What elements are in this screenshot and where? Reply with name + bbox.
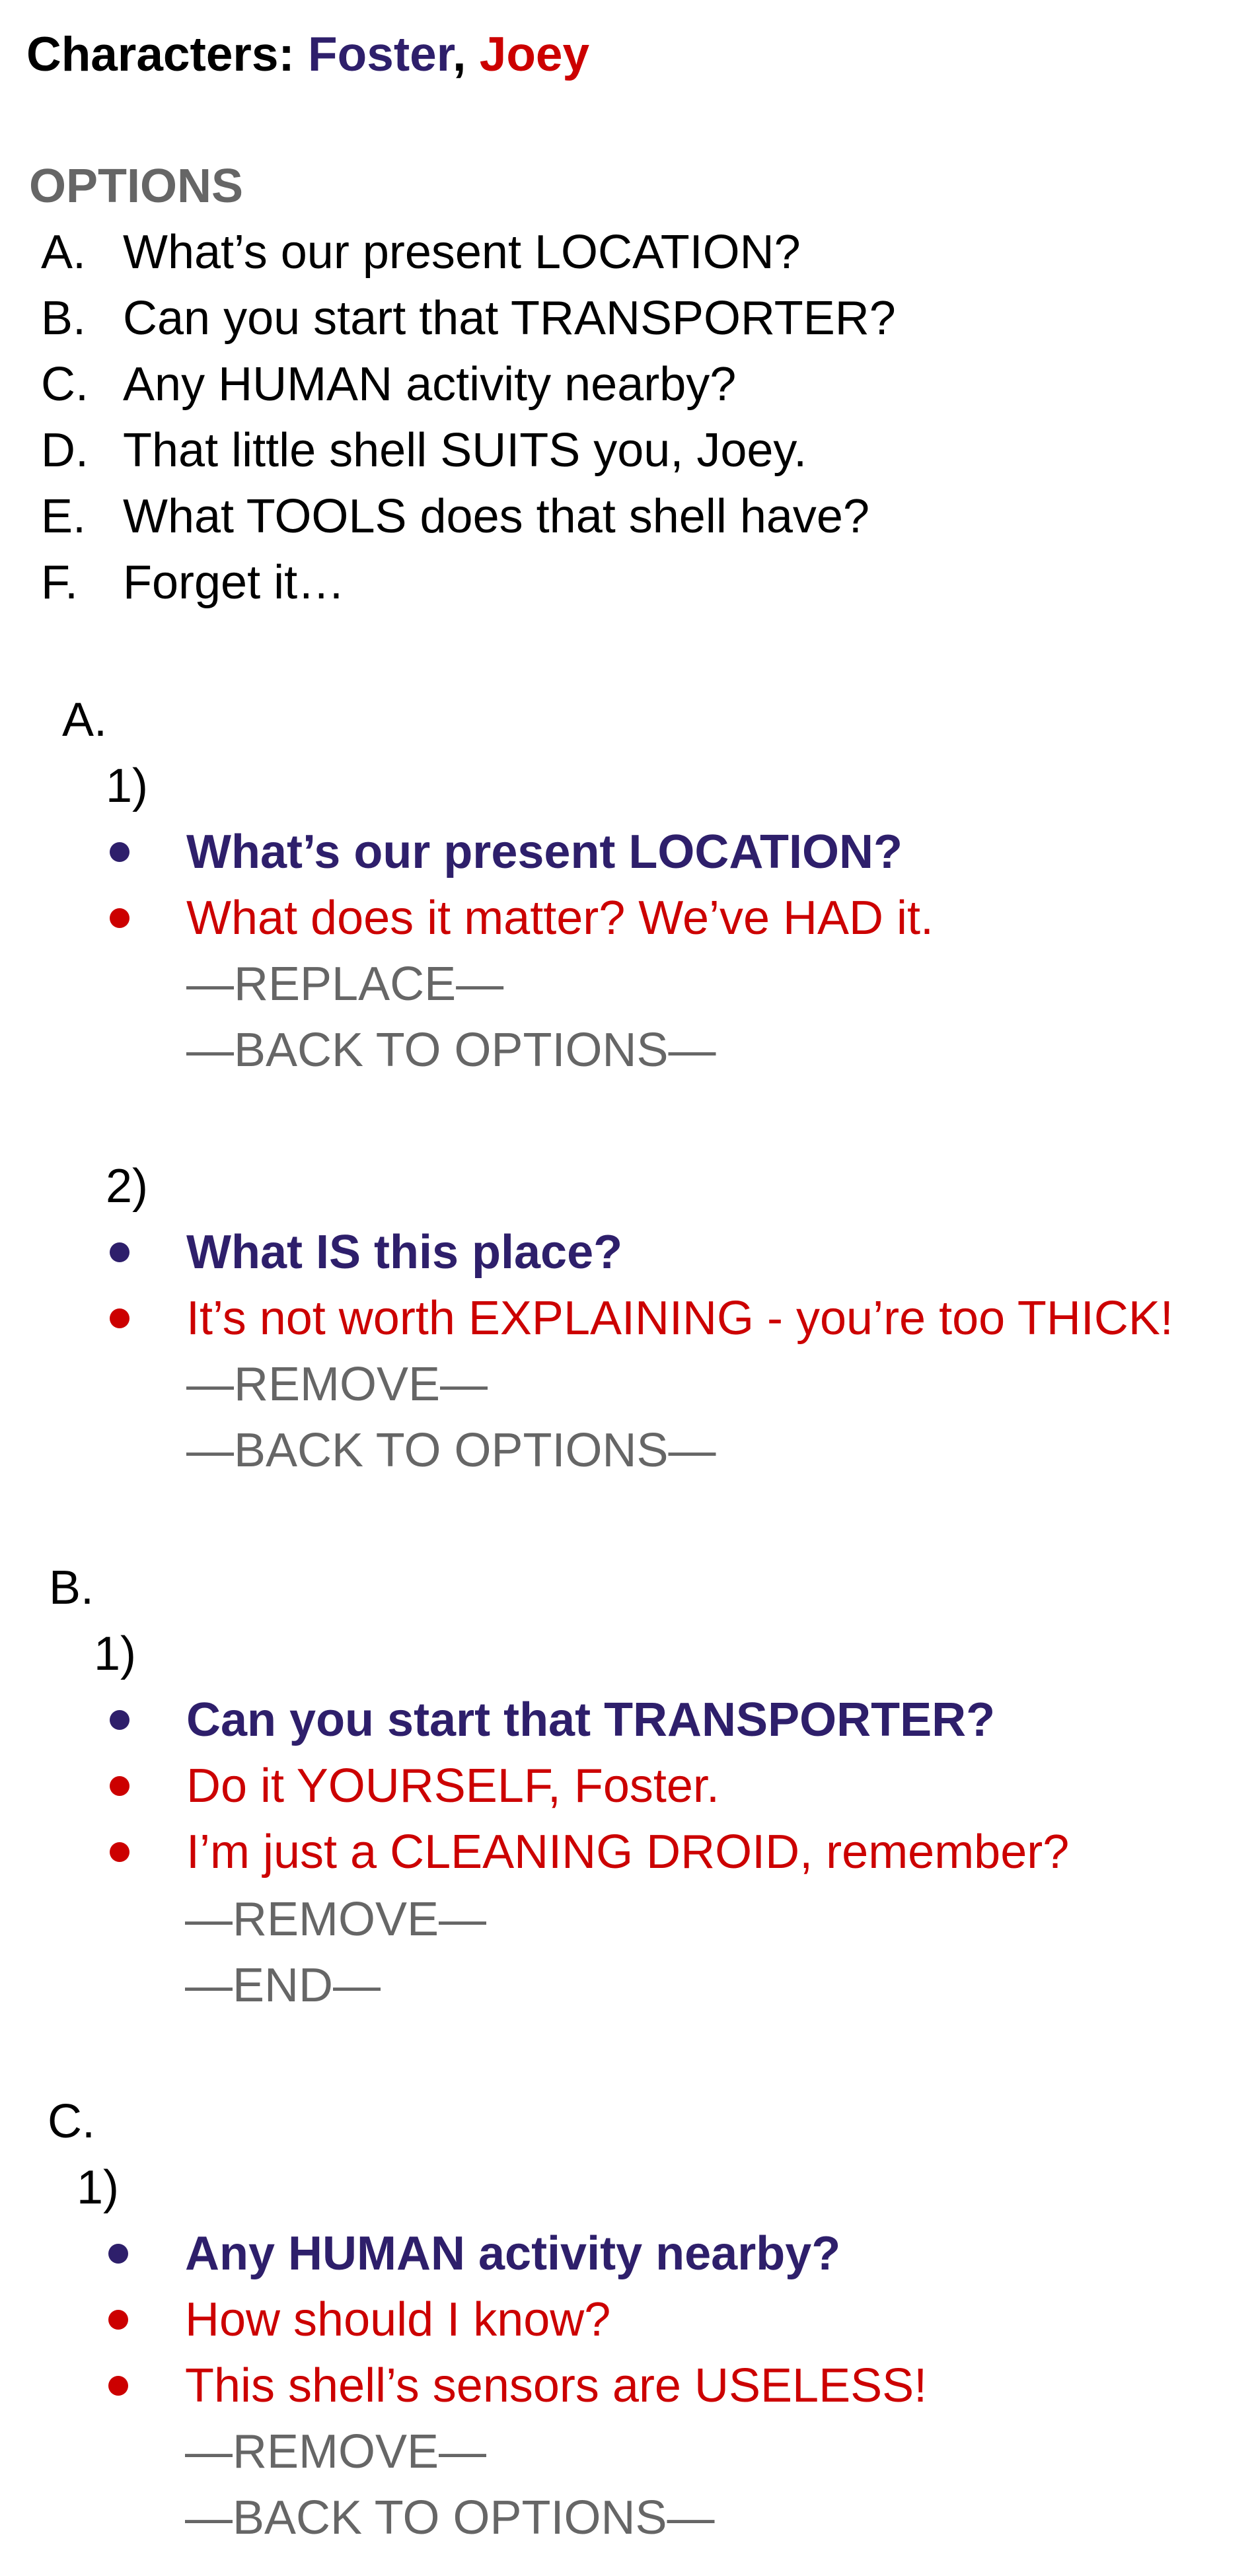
option-letter: C. (41, 358, 89, 411)
directive: —REMOVE— (185, 2425, 487, 2478)
option-text: What TOOLS does that shell have? (123, 490, 869, 543)
option-text: That little shell SUITS you, Joey. (123, 424, 807, 477)
joey-bullet-icon (110, 1776, 129, 1796)
directive: —END— (185, 1959, 381, 2012)
character-foster: Foster (308, 28, 453, 81)
joey-line: This shell’s sensors are USELESS! (185, 2359, 928, 2412)
option-text: Forget it… (123, 556, 346, 609)
directive: —BACK TO OPTIONS— (186, 1424, 716, 1477)
directive: —REPLACE— (186, 958, 504, 1011)
joey-line: Do it YOURSELF, Foster. (186, 1760, 719, 1812)
option-letter: B. (41, 292, 87, 345)
foster-bullet-icon (110, 1242, 129, 1262)
directive: —BACK TO OPTIONS— (186, 1024, 716, 1077)
foster-bullet-icon (110, 842, 129, 862)
foster-line: What IS this place? (186, 1226, 623, 1279)
joey-bullet-icon (110, 908, 129, 928)
options-heading: OPTIONS (29, 160, 244, 213)
option-letter: A. (41, 226, 87, 279)
dialogue-number: 2) (106, 1160, 149, 1213)
section-letter: C. (48, 2095, 95, 2148)
dialogue-number: 1) (94, 1628, 137, 1680)
joey-line: It’s not worth EXPLAINING - you’re too T… (186, 1292, 1173, 1345)
section-letter: B. (49, 1561, 94, 1614)
option-letter: D. (41, 424, 89, 477)
option-text: Any HUMAN activity nearby? (123, 358, 737, 411)
directive: —REMOVE— (186, 1358, 488, 1411)
option-text: What’s our present LOCATION? (123, 226, 801, 279)
directive: —BACK TO OPTIONS— (185, 2491, 715, 2544)
dialogue-number: 1) (77, 2161, 120, 2214)
dialogue-number: 1) (106, 760, 149, 812)
option-letter: E. (41, 490, 87, 543)
foster-line: Any HUMAN activity nearby? (185, 2227, 841, 2280)
joey-line: I’m just a CLEANING DROID, remember? (186, 1826, 1070, 1878)
joey-bullet-icon (110, 1308, 129, 1328)
characters-comma: , (453, 28, 466, 81)
section-letter: A. (62, 694, 108, 746)
character-joey: Joey (479, 28, 590, 81)
option-text: Can you start that TRANSPORTER? (123, 292, 896, 345)
joey-line: What does it matter? We’ve HAD it. (186, 892, 934, 945)
characters-line: Characters: Foster, Joey (26, 30, 589, 79)
foster-line: Can you start that TRANSPORTER? (186, 1694, 996, 1746)
characters-label: Characters: (26, 28, 295, 81)
joey-bullet-icon (108, 2310, 128, 2330)
foster-line: What’s our present LOCATION? (186, 826, 903, 878)
foster-bullet-icon (110, 1710, 129, 1730)
joey-bullet-icon (110, 1842, 129, 1862)
joey-line: How should I know? (185, 2293, 611, 2346)
foster-bullet-icon (108, 2244, 128, 2264)
directive: —REMOVE— (185, 1893, 487, 1946)
joey-bullet-icon (108, 2376, 128, 2396)
option-letter: F. (41, 556, 79, 609)
